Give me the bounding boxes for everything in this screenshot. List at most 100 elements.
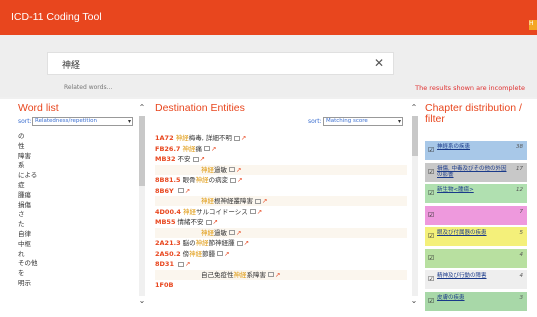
word-list-sort-select[interactable]: Relatedness/repetition ▾ [32, 117, 133, 126]
destination-row[interactable]: 神経過敏 ↗ [155, 227, 407, 238]
destination-code[interactable]: MB32 [155, 155, 175, 163]
details-icon[interactable] [229, 230, 235, 235]
destination-row[interactable]: 2A21.3 脳の神経節神経腫 ↗ [155, 238, 407, 248]
word-list-item[interactable]: た [18, 220, 133, 230]
chapter-filter-item[interactable]: ☑ 精神及び行動の障害 4 [425, 270, 527, 289]
word-list-scrollbar[interactable] [139, 116, 145, 296]
checkbox-checked-icon[interactable]: ☑ [428, 275, 434, 283]
external-link-icon[interactable]: ↗ [236, 229, 241, 237]
checkbox-checked-icon[interactable]: ☑ [428, 189, 434, 197]
close-icon[interactable]: ✕ [374, 56, 384, 70]
word-list-scroll-down-icon[interactable]: ⌄ [137, 296, 147, 305]
chapter-filter-item[interactable]: ☑ 皮膚の疾患 3 [425, 291, 527, 311]
chapter-label[interactable]: 神経系の疾患 [437, 144, 509, 151]
destination-code[interactable]: 2A50.2 [155, 250, 181, 258]
word-list-item[interactable]: 損傷 [18, 201, 133, 211]
chapter-label[interactable]: 眼及び付属器の疾患 [437, 230, 509, 237]
external-link-icon[interactable]: ↗ [211, 145, 216, 153]
chapter-filter-item[interactable]: ☑ 新生物<腫瘍> 12 [425, 184, 527, 203]
checkbox-checked-icon[interactable]: ☑ [428, 232, 434, 240]
word-list-item[interactable]: 明示 [18, 279, 133, 289]
destination-row[interactable]: 8B6Y ↗ [155, 186, 407, 196]
external-link-icon[interactable]: ↗ [257, 208, 262, 216]
details-icon[interactable] [177, 188, 184, 193]
external-link-icon[interactable]: ↗ [200, 155, 205, 163]
checkbox-checked-icon[interactable]: ☑ [428, 146, 434, 154]
external-link-icon[interactable]: ↗ [275, 271, 280, 279]
word-list-item[interactable]: 腫瘍 [18, 191, 133, 201]
chapter-label[interactable]: 精神及び行動の障害 [437, 273, 509, 280]
external-link-icon[interactable]: ↗ [213, 218, 218, 226]
details-icon[interactable] [233, 135, 240, 141]
search-input[interactable]: 神経 ✕ [47, 52, 394, 75]
destination-row[interactable]: 2A50.2 傍神経節腫 ↗ [155, 249, 407, 259]
chapter-label[interactable]: 皮膚の疾患 [437, 295, 509, 302]
word-list-item[interactable]: その他 [18, 259, 133, 269]
word-list-item[interactable]: を [18, 269, 133, 279]
external-link-icon[interactable]: ↗ [224, 250, 229, 258]
details-icon[interactable] [249, 209, 256, 214]
destination-row[interactable]: 1A72 神経梅毒, 詳細不明 ↗ [155, 133, 407, 143]
word-list-item[interactable]: さ [18, 210, 133, 220]
word-list-item[interactable]: 障害 [18, 152, 133, 162]
external-link-icon[interactable]: ↗ [237, 176, 242, 184]
destination-row[interactable]: 神経根神経叢障害 ↗ [155, 196, 407, 206]
details-icon[interactable] [268, 272, 274, 277]
details-icon[interactable] [204, 146, 211, 151]
checkbox-checked-icon[interactable]: ☑ [428, 168, 434, 176]
details-icon[interactable] [178, 261, 185, 267]
word-list-item[interactable]: の [18, 132, 133, 142]
word-list-item[interactable]: 症 [18, 181, 133, 191]
destination-row[interactable]: FB26.7 神経痛 ↗ [155, 144, 407, 154]
destination-code[interactable]: 1F0B [155, 281, 173, 289]
chapter-label[interactable]: 損傷, 中毒及びその他の外因の影響 [437, 166, 509, 179]
related-words-link[interactable]: Related words... [64, 84, 112, 91]
chapter-filter-item[interactable]: ☑ 眼及び付属器の疾患 5 [425, 227, 527, 246]
destination-code[interactable]: 1A72 [155, 134, 174, 142]
chapter-label[interactable]: 新生物<腫瘍> [437, 187, 509, 194]
destination-code[interactable]: 8B81.5 [155, 176, 181, 184]
external-link-icon[interactable]: ↗ [262, 197, 267, 205]
destination-code[interactable]: MB55 [155, 218, 175, 226]
destination-code[interactable]: 4D00.4 [155, 208, 181, 216]
checkbox-checked-icon[interactable]: ☑ [428, 211, 434, 219]
checkbox-checked-icon[interactable]: ☑ [428, 254, 434, 262]
word-list-item[interactable]: れ [18, 250, 133, 260]
destination-scrollbar[interactable] [412, 116, 418, 296]
external-link-icon[interactable]: ↗ [185, 260, 190, 268]
word-list-item[interactable]: による [18, 171, 133, 181]
help-tab[interactable]: H [529, 20, 537, 30]
chapter-filter-item[interactable]: ☑ 4 [425, 248, 527, 268]
destination-sort-select[interactable]: Matching score ▾ [323, 117, 403, 126]
destination-row[interactable]: 8D31 ↗ [155, 259, 407, 269]
chapter-filter-item[interactable]: ☑ 神経系の疾患 38 [425, 141, 527, 160]
destination-row[interactable]: 4D00.4 神経サルコイドーシス ↗ [155, 207, 407, 217]
destination-row[interactable]: MB32 不安 ↗ [155, 154, 407, 164]
destination-row[interactable]: 自己免疫性神経系障害 ↗ [155, 269, 407, 280]
destination-scroll-down-icon[interactable]: ⌄ [409, 296, 419, 305]
word-list-scroll-thumb[interactable] [139, 116, 145, 186]
external-link-icon[interactable]: ↗ [244, 239, 249, 247]
destination-row[interactable]: 8B81.5 眼骨神経の病変 ↗ [155, 175, 407, 185]
details-icon[interactable] [236, 240, 243, 246]
word-list-item[interactable]: 系 [18, 161, 133, 171]
details-icon[interactable] [229, 167, 235, 172]
external-link-icon[interactable]: ↗ [241, 134, 246, 142]
checkbox-checked-icon[interactable]: ☑ [428, 297, 434, 305]
search-input-value[interactable]: 神経 [62, 58, 80, 71]
destination-row[interactable]: 1F0B [155, 280, 407, 290]
destination-row[interactable]: MB55 情緒不安 ↗ [155, 217, 407, 227]
destination-row[interactable]: 神経過敏 ↗ [155, 164, 407, 175]
chapter-filter-item[interactable]: ☑ 損傷, 中毒及びその他の外因の影響 17 [425, 162, 527, 182]
details-icon[interactable] [255, 198, 261, 204]
destination-scroll-up-icon[interactable]: ⌃ [409, 103, 419, 112]
word-list-scroll-up-icon[interactable]: ⌃ [137, 103, 147, 112]
word-list-item[interactable]: 自律 [18, 230, 133, 240]
details-icon[interactable] [230, 177, 237, 183]
word-list-item[interactable]: 中枢 [18, 240, 133, 250]
details-icon[interactable] [217, 251, 224, 256]
external-link-icon[interactable]: ↗ [185, 187, 190, 195]
external-link-icon[interactable]: ↗ [236, 166, 241, 174]
destination-scroll-thumb[interactable] [412, 116, 418, 156]
details-icon[interactable] [192, 156, 199, 162]
